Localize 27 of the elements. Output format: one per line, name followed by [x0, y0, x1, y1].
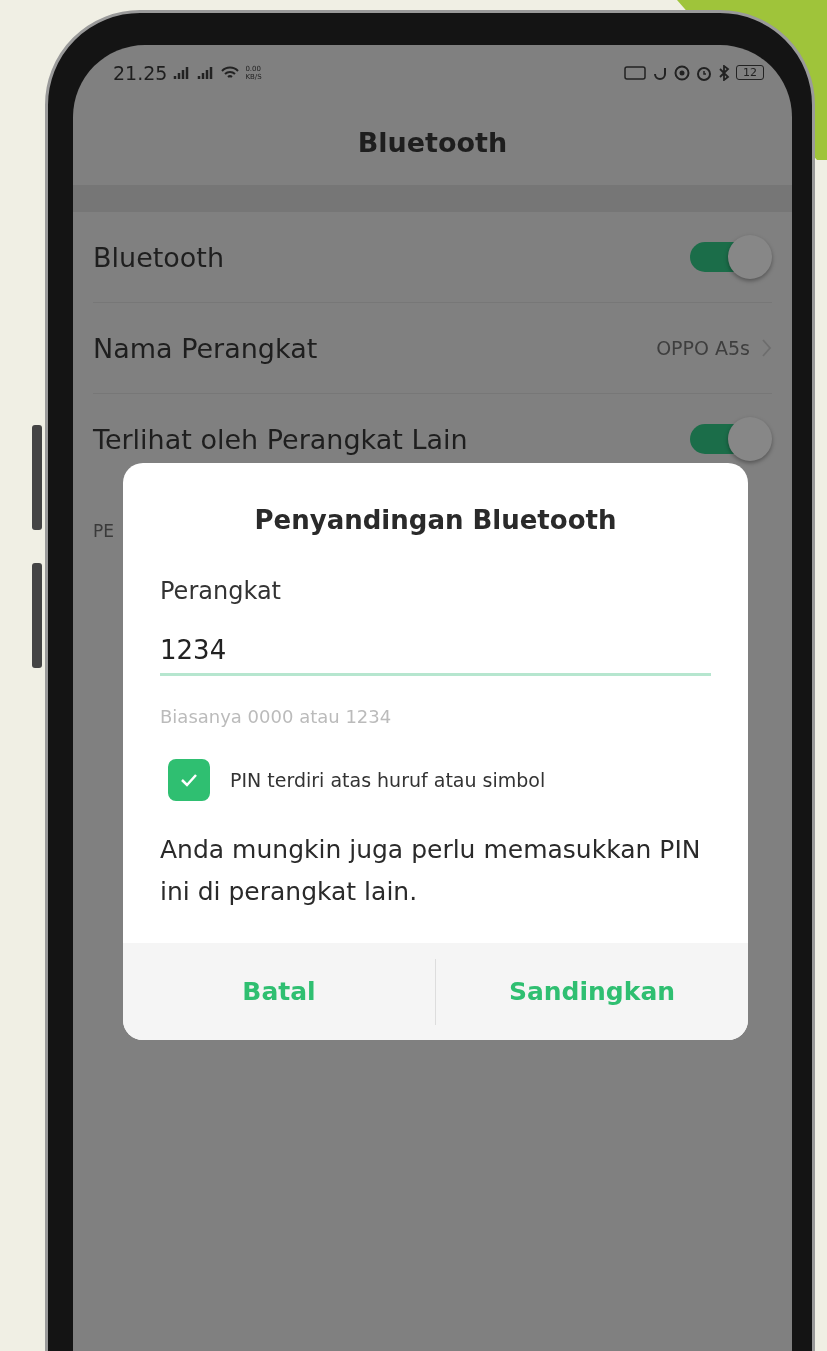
- dialog-title: Penyandingan Bluetooth: [253, 505, 618, 535]
- settings-row[interactable]: Terlihat oleh Perangkat Lain: [93, 394, 772, 484]
- setting-value: OPPO A5s: [656, 337, 750, 359]
- dialog-button[interactable]: Sandingkan: [436, 943, 748, 1040]
- dialog-message: Anda mungkin juga perlu memasukkan PIN ini di perangkat lain.: [160, 834, 702, 908]
- field-hint: Biasanya 0000 atau 1234: [160, 706, 393, 727]
- checkbox-label: PIN terdiri atas huruf atau simbol: [230, 769, 546, 791]
- battery-icon: 12: [736, 65, 764, 80]
- status-time: 21.25: [113, 61, 168, 84]
- setting-label: Bluetooth: [93, 241, 226, 273]
- setting-label: Terlihat oleh Perangkat Lain: [93, 423, 469, 455]
- alarm-icon: [696, 64, 712, 81]
- setting-label: Nama Perangkat: [93, 332, 319, 364]
- dialog-button[interactable]: Batal: [123, 943, 435, 1040]
- bluetooth-icon: [718, 64, 730, 81]
- target-icon: [674, 64, 690, 81]
- pin-field[interactable]: 1234: [160, 635, 711, 676]
- section-label: PE: [93, 521, 114, 541]
- field-label: Perangkat: [160, 577, 282, 605]
- checkmark-icon: [179, 772, 199, 788]
- checkbox[interactable]: [168, 759, 210, 801]
- settings-row[interactable]: Bluetooth: [93, 212, 772, 303]
- wifi-icon: [221, 65, 240, 80]
- screen-title: Bluetooth: [357, 127, 508, 158]
- settings-row[interactable]: Nama Perangkat OPPO A5s: [93, 303, 772, 394]
- toggle-switch[interactable]: [690, 235, 772, 279]
- toggle-switch[interactable]: [690, 417, 772, 461]
